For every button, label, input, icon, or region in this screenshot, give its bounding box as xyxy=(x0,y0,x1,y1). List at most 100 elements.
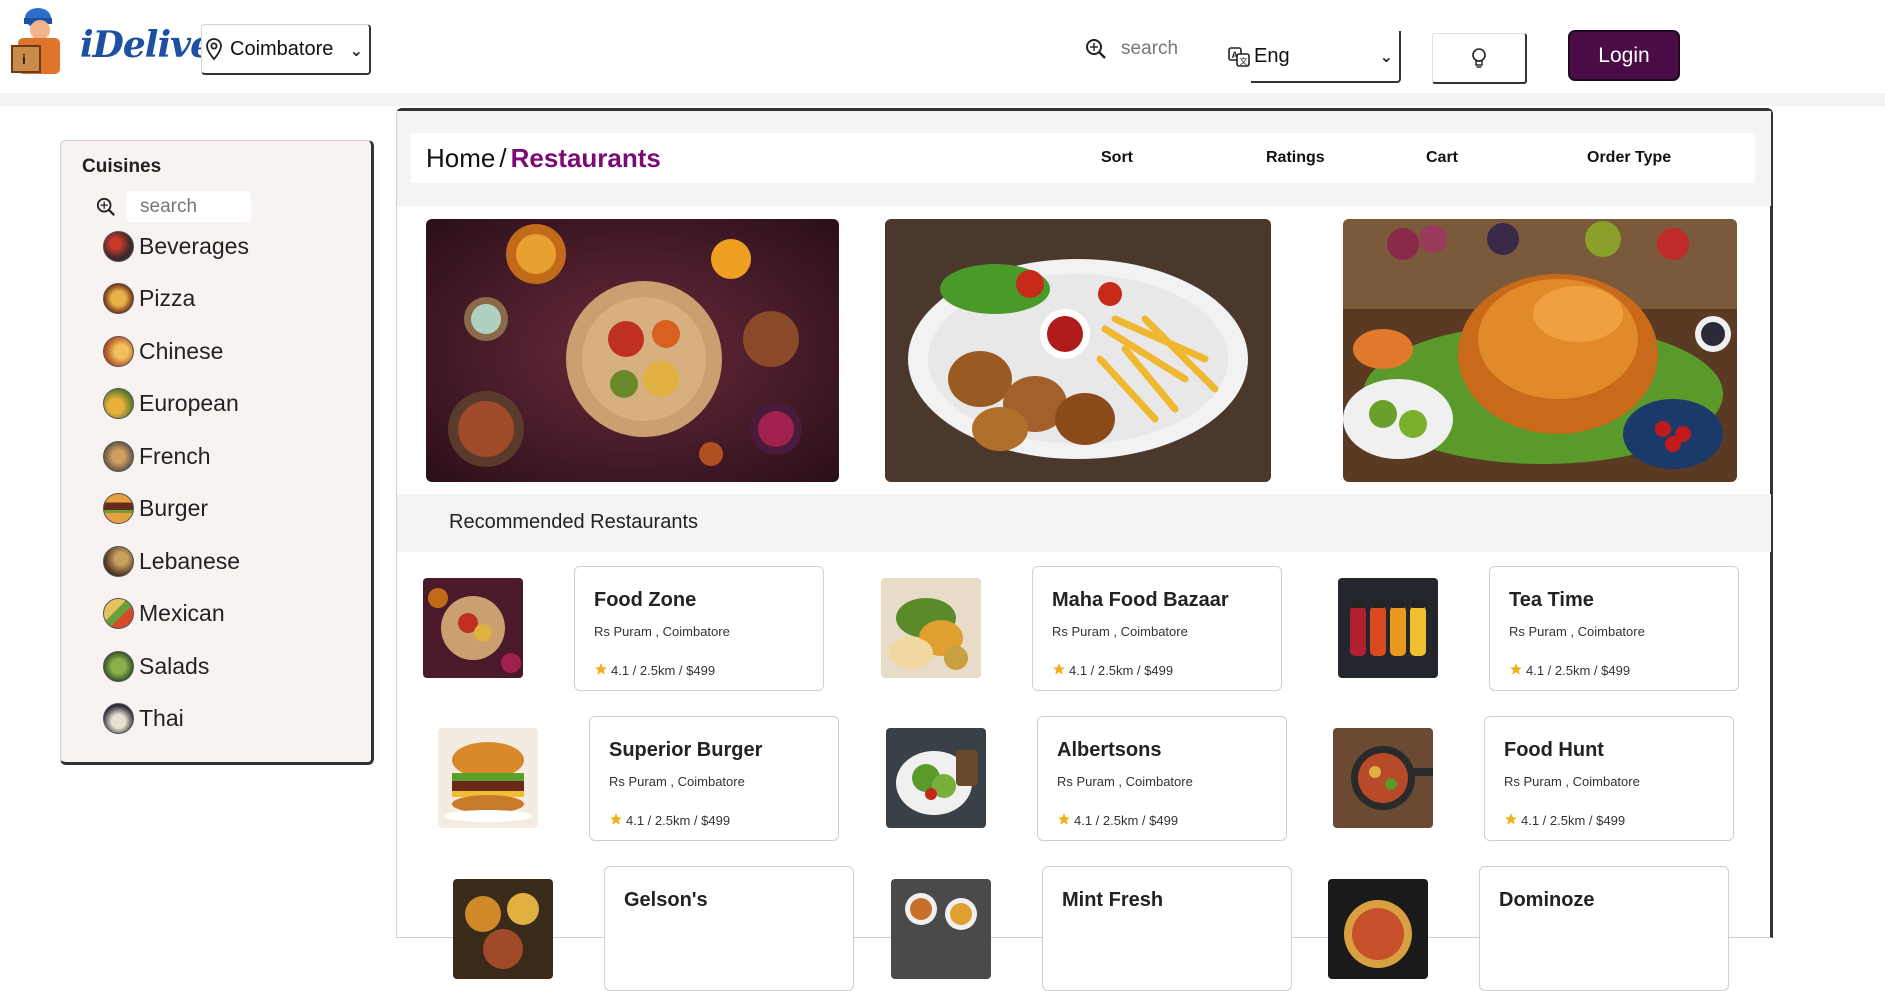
restaurant-meta-text: 4.1 / 2.5km / $499 xyxy=(1074,813,1179,828)
cuisine-thumbnail xyxy=(103,545,134,577)
restaurant-address: Rs Puram , Coimbatore xyxy=(1052,624,1188,639)
maha-food-bazaar-image xyxy=(881,578,981,678)
restaurant-thumbnail[interactable] xyxy=(886,728,986,828)
cuisine-item-beverages[interactable]: Beverages xyxy=(103,229,249,263)
ratings-link[interactable]: Ratings xyxy=(1266,149,1325,167)
cuisine-item-mexican[interactable]: Mexican xyxy=(103,596,225,630)
restaurants-panel: Home / Restaurants Sort Ratings Cart Order… xyxy=(396,108,1773,991)
svg-text:i: i xyxy=(22,51,26,67)
restaurant-card[interactable]: Maha Food Bazaar Rs Puram , Coimbatore 4… xyxy=(1032,566,1282,691)
restaurant-card[interactable]: Albertsons Rs Puram , Coimbatore 4.1 / 2… xyxy=(1037,716,1287,841)
cart-link[interactable]: Cart xyxy=(1426,149,1458,167)
cuisine-search[interactable]: search xyxy=(96,191,251,222)
cuisine-thumbnail xyxy=(103,387,134,419)
cuisine-label: Mexican xyxy=(139,599,225,626)
language-value: Eng xyxy=(1254,45,1290,67)
albertsons-image xyxy=(886,728,986,828)
breadcrumb-home[interactable]: Home xyxy=(426,143,495,173)
restaurant-thumbnail[interactable] xyxy=(423,578,523,678)
restaurant-thumbnail[interactable] xyxy=(891,879,991,979)
chicken-fries-image xyxy=(885,219,1271,482)
cuisine-label: European xyxy=(139,389,239,416)
cuisine-item-thai[interactable]: Thai xyxy=(103,701,184,735)
header-search[interactable]: search xyxy=(1085,38,1178,60)
cuisine-item-lebanese[interactable]: Lebanese xyxy=(103,544,240,578)
cuisine-item-salads[interactable]: Salads xyxy=(103,649,209,683)
brand-logo[interactable]: i iDeliver xyxy=(10,4,231,82)
restaurant-card[interactable]: Mint Fresh xyxy=(1042,866,1292,991)
chevron-down-icon: ⌄ xyxy=(1379,49,1393,66)
tea-time-image xyxy=(1338,578,1438,678)
language-select[interactable]: A 文 Eng ⌄ xyxy=(1226,31,1401,83)
location-value: Coimbatore xyxy=(230,37,334,60)
restaurant-card[interactable]: Tea Time Rs Puram , Coimbatore 4.1 / 2.5… xyxy=(1489,566,1739,691)
sort-link[interactable]: Sort xyxy=(1101,149,1133,167)
restaurant-meta: 4.1 / 2.5km / $499 xyxy=(1509,662,1630,679)
cuisine-item-burger[interactable]: Burger xyxy=(103,491,208,525)
translate-icon: A 文 xyxy=(1228,47,1250,67)
restaurant-thumbnail[interactable] xyxy=(438,728,538,828)
search-icon xyxy=(96,197,115,216)
search-icon xyxy=(1086,39,1106,59)
restaurant-name: Superior Burger xyxy=(609,739,763,761)
banner-image-chicken-fries[interactable] xyxy=(885,219,1271,482)
restaurant-address: Rs Puram , Coimbatore xyxy=(1504,774,1640,789)
cuisine-thumbnail xyxy=(103,230,134,262)
banner-image-roast[interactable] xyxy=(1343,219,1737,482)
top-header: i iDeliver Coimbatore ⌄ search A 文 Eng ⌄ xyxy=(0,0,1885,93)
restaurant-meta-text: 4.1 / 2.5km / $499 xyxy=(626,813,731,828)
restaurant-name: Food Zone xyxy=(594,589,697,611)
restaurant-thumbnail[interactable] xyxy=(453,879,553,979)
svg-text:文: 文 xyxy=(1240,56,1248,66)
cuisine-thumbnail xyxy=(103,335,134,367)
cuisine-label: Burger xyxy=(139,494,209,521)
cuisine-thumbnail xyxy=(103,597,134,629)
food-zone-image xyxy=(423,578,523,678)
star-icon xyxy=(1504,812,1518,829)
cuisine-label: Beverages xyxy=(139,232,249,259)
gelsons-image xyxy=(453,879,553,979)
cuisine-label: Chinese xyxy=(139,337,224,364)
star-icon xyxy=(609,812,623,829)
restaurant-card[interactable]: Dominoze xyxy=(1479,866,1729,991)
restaurant-meta: 4.1 / 2.5km / $499 xyxy=(1504,812,1625,829)
breadcrumb: Home / Restaurants xyxy=(426,143,661,174)
restaurant-card[interactable]: Gelson's xyxy=(604,866,854,991)
cuisine-label: Pizza xyxy=(139,284,196,311)
restaurant-thumbnail[interactable] xyxy=(1328,879,1428,979)
cuisine-thumbnail xyxy=(103,702,134,734)
cuisine-item-european[interactable]: European xyxy=(103,386,239,420)
cuisine-item-french[interactable]: French xyxy=(103,439,211,473)
star-icon xyxy=(594,662,608,679)
restaurant-thumbnail[interactable] xyxy=(1338,578,1438,678)
header-search-label: search xyxy=(1121,38,1179,59)
mint-fresh-image xyxy=(891,879,991,979)
sidebar-title: Cuisines xyxy=(82,156,162,177)
star-icon xyxy=(1057,812,1071,829)
location-select[interactable]: Coimbatore ⌄ xyxy=(201,24,371,75)
restaurant-card[interactable]: Superior Burger Rs Puram , Coimbatore 4.… xyxy=(589,716,839,841)
star-icon xyxy=(1052,662,1066,679)
breadcrumb-bar: Home / Restaurants Sort Ratings Cart Order… xyxy=(397,111,1771,206)
restaurant-thumbnail[interactable] xyxy=(1333,728,1433,828)
restaurant-card[interactable]: Food Hunt Rs Puram , Coimbatore 4.1 / 2.… xyxy=(1484,716,1734,841)
theme-toggle-button[interactable] xyxy=(1432,33,1527,84)
cuisine-search-input[interactable]: search xyxy=(126,191,251,222)
restaurant-meta-text: 4.1 / 2.5km / $499 xyxy=(611,663,716,678)
order-type-link[interactable]: Order Type xyxy=(1587,149,1671,167)
restaurant-address: Rs Puram , Coimbatore xyxy=(609,774,745,789)
cuisine-item-pizza[interactable]: Pizza xyxy=(103,281,195,315)
login-button[interactable]: Login xyxy=(1568,30,1680,81)
restaurant-thumbnail[interactable] xyxy=(881,578,981,678)
banner-image-spread[interactable] xyxy=(426,219,839,482)
delivery-man-icon: i xyxy=(11,8,60,74)
restaurant-name: Dominoze xyxy=(1499,889,1595,911)
cuisine-thumbnail xyxy=(103,650,134,682)
map-pin-icon xyxy=(206,38,222,61)
cuisine-item-chinese[interactable]: Chinese xyxy=(103,334,223,368)
header-divider xyxy=(0,93,1885,106)
food-spread-image xyxy=(426,219,839,482)
restaurant-card[interactable]: Food Zone Rs Puram , Coimbatore 4.1 / 2.… xyxy=(574,566,824,691)
restaurant-meta: 4.1 / 2.5km / $499 xyxy=(1052,662,1173,679)
restaurant-meta-text: 4.1 / 2.5km / $499 xyxy=(1526,663,1631,678)
